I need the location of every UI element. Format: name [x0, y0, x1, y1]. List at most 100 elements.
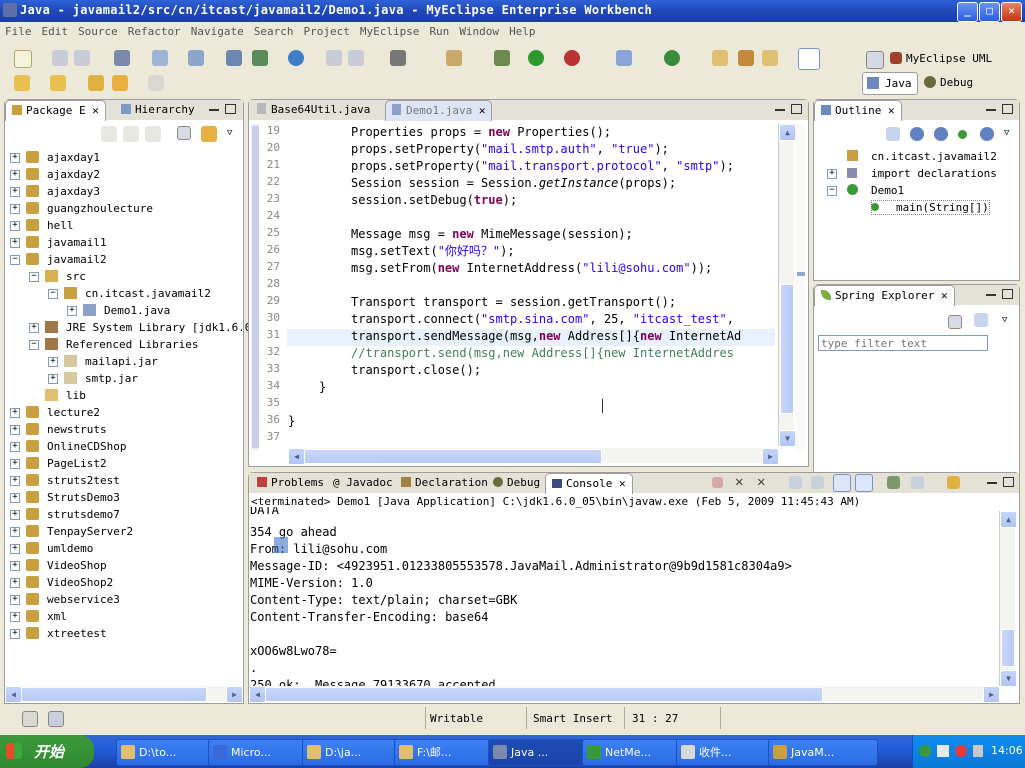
code-line[interactable]: transport.sendMessage(msg,new Address[]{… — [351, 328, 741, 345]
tree-item[interactable]: + OnlineCDShop — [10, 438, 126, 455]
close-button[interactable]: ✕ — [1001, 2, 1022, 22]
menu-window[interactable]: Window — [454, 22, 504, 38]
forward-icon[interactable] — [148, 75, 164, 91]
pin-icon[interactable] — [738, 50, 754, 66]
expand-icon[interactable]: + — [67, 306, 77, 316]
expand-icon[interactable]: + — [10, 476, 20, 486]
expand-icon[interactable]: + — [10, 459, 20, 469]
code-line[interactable]: transport.connect("smtp.sina.com", 25, "… — [351, 311, 734, 328]
expand-icon[interactable]: + — [10, 493, 20, 503]
view-menu-icon[interactable]: ▽ — [1004, 128, 1009, 138]
clear-console-icon[interactable] — [789, 476, 802, 489]
maximize-view-icon[interactable] — [1002, 104, 1013, 114]
code-line[interactable]: msg.setFrom(new InternetAddress("lili@so… — [351, 260, 712, 277]
outline-imports[interactable]: + import declarations — [823, 165, 997, 182]
code-line[interactable]: session.setDebug(true); — [351, 192, 517, 209]
show-on-output-icon[interactable] — [833, 474, 851, 492]
scroll-thumb[interactable] — [304, 449, 602, 464]
back-icon[interactable] — [112, 75, 128, 91]
expand-icon[interactable]: + — [10, 629, 20, 639]
outline-package[interactable]: cn.itcast.javamail2 — [843, 148, 997, 165]
tree-item[interactable]: + Demo1.java — [67, 302, 170, 319]
scroll-down-icon[interactable]: ▼ — [779, 430, 796, 447]
maximize-view-icon[interactable] — [1003, 477, 1014, 487]
maximize-view-icon[interactable] — [225, 104, 236, 114]
tree-item[interactable]: − src — [29, 268, 86, 285]
tab-demo1[interactable]: Demo1.java ✕ — [385, 100, 493, 121]
start-button[interactable]: 开始 — [0, 735, 94, 768]
show-on-error-icon[interactable] — [855, 474, 873, 492]
tab-outline[interactable]: Outline ✕ — [814, 100, 902, 121]
tree-item[interactable]: + lecture2 — [10, 404, 100, 421]
editor-hscroll[interactable]: ◀ ▶ — [288, 448, 779, 465]
tree-item[interactable]: − javamail2 — [10, 251, 107, 268]
expand-icon[interactable]: + — [10, 408, 20, 418]
expand-icon[interactable]: + — [10, 578, 20, 588]
last-edit-icon[interactable] — [88, 75, 104, 91]
maximize-view-icon[interactable] — [1002, 289, 1013, 299]
menu-navigate[interactable]: Navigate — [186, 22, 249, 38]
menu-myeclipse[interactable]: MyEclipse — [355, 22, 425, 38]
tray-shield-icon[interactable] — [919, 745, 931, 757]
external-tools-icon[interactable] — [564, 50, 580, 66]
code-line[interactable]: } — [319, 379, 326, 396]
tree-item[interactable]: + JRE System Library [jdk1.6.0_ — [29, 319, 258, 336]
view-menu-icon[interactable]: ▽ — [227, 128, 232, 138]
code-line[interactable]: } — [288, 413, 295, 430]
scroll-down-icon[interactable]: ▼ — [1000, 670, 1017, 687]
scroll-thumb[interactable] — [1001, 629, 1015, 667]
collapse-icon[interactable]: − — [29, 272, 39, 282]
console-vscroll[interactable]: ▲ ▼ — [999, 511, 1017, 687]
remove-all-icon[interactable]: ✕ — [757, 474, 765, 490]
expand-icon[interactable]: + — [10, 153, 20, 163]
tree-item[interactable]: + ajaxday1 — [10, 149, 100, 166]
view-menu-icon[interactable]: ▽ — [1002, 315, 1007, 325]
expand-icon[interactable]: + — [10, 527, 20, 537]
code-line[interactable]: Properties props = new Properties(); — [351, 124, 611, 141]
scroll-right-icon[interactable]: ▶ — [762, 448, 779, 465]
tree-item[interactable]: + struts2test — [10, 472, 120, 489]
open-perspective-icon[interactable] — [866, 51, 884, 69]
search-tool-icon[interactable] — [188, 50, 204, 66]
tree-item[interactable]: + xtreetest — [10, 625, 107, 642]
folder-icon[interactable] — [762, 50, 778, 66]
tab-package-explorer[interactable]: Package E ✕ — [5, 100, 106, 121]
globe-icon[interactable] — [288, 50, 304, 66]
tree-item[interactable]: + VideoShop2 — [10, 574, 113, 591]
code-line[interactable]: //transport.send(msg,new Address[]{new I… — [351, 345, 734, 362]
scroll-left-icon[interactable]: ◀ — [249, 686, 266, 703]
fast-view-icon[interactable] — [22, 711, 38, 727]
new-java-project-icon[interactable] — [616, 50, 632, 66]
expand-icon[interactable]: + — [10, 442, 20, 452]
open-type-icon[interactable] — [446, 50, 462, 66]
tree-item[interactable]: + TenpayServer2 — [10, 523, 133, 540]
expand-icon[interactable]: + — [827, 169, 837, 179]
expand-icon[interactable]: + — [10, 510, 20, 520]
scroll-up-icon[interactable]: ▲ — [779, 124, 796, 141]
code-line[interactable]: props.setProperty("mail.smtp.auth", "tru… — [351, 141, 669, 158]
scroll-left-icon[interactable]: ◀ — [288, 448, 305, 465]
up-icon[interactable] — [145, 126, 161, 142]
collapse-icon[interactable]: − — [48, 289, 58, 299]
remove-launch-icon[interactable]: ✕ — [735, 474, 743, 490]
explorer-hscroll[interactable]: ◀ ▶ — [5, 686, 243, 703]
tree-item[interactable]: + PageList2 — [10, 455, 107, 472]
tab-javadoc[interactable]: @ Javadoc — [327, 473, 399, 493]
display-console-icon[interactable] — [911, 476, 924, 489]
code-line[interactable]: msg.setText("你好吗？"); — [351, 243, 515, 260]
perspective-uml[interactable]: MyEclipse UML — [906, 52, 992, 65]
camera-icon[interactable] — [390, 50, 406, 66]
minimize-view-icon[interactable] — [986, 109, 996, 111]
scroll-thumb[interactable] — [21, 687, 207, 702]
menu-help[interactable]: Help — [504, 22, 541, 38]
deploy-icon[interactable] — [226, 50, 242, 66]
tab-declaration[interactable]: Declaration — [395, 473, 494, 493]
code-line[interactable]: props.setProperty("mail.transport.protoc… — [351, 158, 734, 175]
code-line[interactable]: Transport transport = session.getTranspo… — [351, 294, 676, 311]
tree-item[interactable]: + VideoShop — [10, 557, 107, 574]
hide-fields-icon[interactable] — [910, 127, 924, 141]
scroll-thumb[interactable] — [265, 687, 823, 702]
hide-nonpublic-icon[interactable] — [958, 130, 967, 139]
debug-icon[interactable] — [494, 50, 510, 66]
menu-run[interactable]: Run — [424, 22, 454, 38]
